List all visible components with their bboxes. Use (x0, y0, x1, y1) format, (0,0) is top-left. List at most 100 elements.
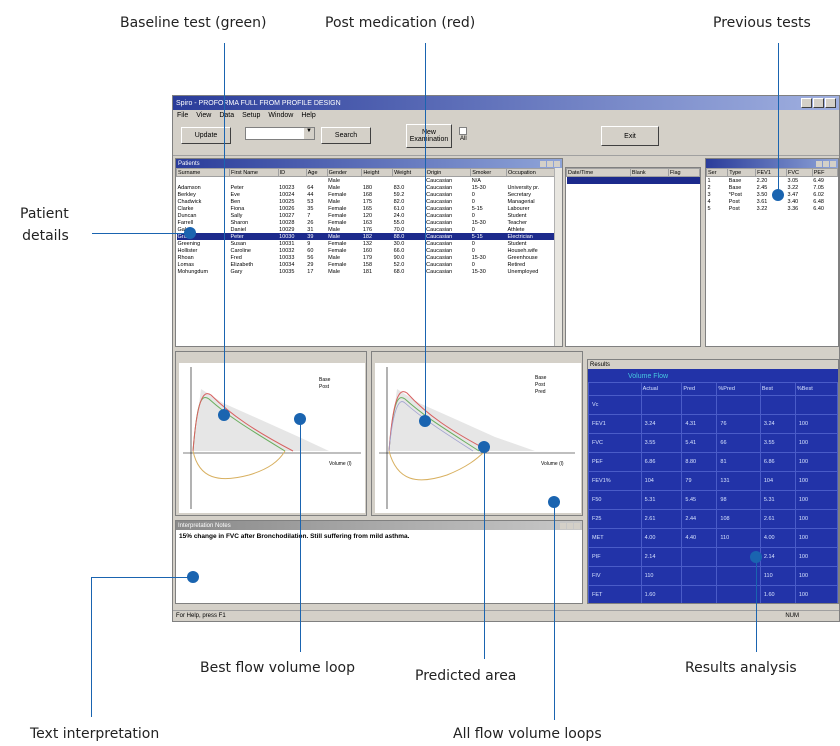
patients-row[interactable]: Mohungdum Gary 10035 17 Male 181 68.0 Caucasian… (177, 268, 562, 275)
patients-cell: Adamson (177, 184, 201, 191)
prev-tests-row[interactable]: 5 Post 3.22 3.36 6.40 (707, 205, 838, 212)
patients-scrollbar[interactable] (554, 168, 562, 346)
close-button[interactable] (825, 98, 836, 108)
results-row[interactable]: FVC 3.55 5.41 66 3.55 100 (588, 433, 838, 453)
prev-tests-row[interactable]: 4 Post 3.61 3.40 6.48 (707, 198, 838, 205)
maximize-button[interactable] (813, 98, 824, 108)
test-list-column-header[interactable]: Flag (667, 168, 700, 177)
prev-tests-column-header[interactable]: FVC (786, 168, 813, 177)
results-row[interactable]: FET 1.60 1.60 100 (588, 585, 838, 603)
results-title: Results (590, 361, 611, 368)
test-list-panel: Date/Time Blank Flag (565, 167, 701, 347)
menu-item-setup[interactable]: Setup (242, 112, 260, 119)
patients-row[interactable]: Berkley Eve 10024 44 Female 168 59.2 Caucasian 0… (177, 191, 562, 198)
patients-cell: 176 (362, 226, 373, 233)
patients-row[interactable]: Gale Daniel 10029 31 Male 176 70.0 Caucasian 0 At… (177, 226, 562, 233)
menu-item-file[interactable]: File (177, 112, 188, 119)
prev-tests-column-header[interactable]: FEV1 (755, 168, 787, 177)
patients-column-header[interactable]: Weight (392, 168, 426, 177)
results-column-header[interactable]: Best (759, 382, 796, 396)
patients-cell: 0 (471, 240, 475, 247)
patients-cell: 5-15 (470, 233, 507, 240)
patients-column-header[interactable]: Height (361, 168, 394, 177)
results-cell: 4.40 (681, 528, 718, 548)
prev-tests-row[interactable]: 1 Base 2.20 3.05 6.49 (707, 177, 838, 185)
results-row[interactable]: Vc (588, 395, 838, 415)
results-row[interactable]: F50 5.31 5.45 98 5.31 100 (588, 490, 838, 510)
menu-item-help[interactable]: Help (301, 112, 315, 119)
results-cell: PEF (588, 452, 642, 472)
results-cell: 108 (716, 509, 761, 529)
patients-cell: 132 (362, 240, 373, 247)
new-examination-button[interactable]: New Examination (406, 124, 452, 148)
patients-cell: 83.0 (393, 184, 405, 191)
minimize-button[interactable] (801, 98, 812, 108)
results-column-header[interactable]: %Best (794, 382, 838, 396)
patients-column-header[interactable]: Gender (326, 168, 363, 177)
patients-column-header[interactable]: Surname (176, 168, 230, 177)
results-row[interactable]: FIV 110 110 100 (588, 566, 838, 586)
patients-row[interactable]: Rhoan Fred 10033 56 Male 179 90.0 Caucasian 15-3… (177, 254, 562, 261)
patients-row[interactable]: Adamson Peter 10023 64 Male 180 83.0 Caucasian 1… (177, 184, 562, 191)
patients-row[interactable]: Male Caucasian N/A (177, 177, 562, 185)
patients-row[interactable]: Lomas Elizabeth 10034 29 Female 158 52.0 Caucas… (177, 261, 562, 268)
prev-tests-column-header[interactable]: PEF (811, 168, 838, 177)
menu-item-window[interactable]: Window (268, 112, 293, 119)
patients-cell: Caucasian (426, 261, 453, 268)
patients-cell: Male (328, 226, 340, 233)
results-cell (794, 395, 838, 415)
callout-previous-tests: Previous tests (713, 15, 811, 31)
prev-tests-row[interactable]: 2 Base 2.45 3.22 7.05 (707, 184, 838, 191)
results-cell: 100 (794, 452, 838, 472)
prev-tests-cell: 3.40 (787, 198, 799, 205)
patients-row[interactable]: Duncan Sally 10027 7 Female 120 24.0 Caucasian 0… (177, 212, 562, 219)
interpretation-text[interactable]: 15% change in FVC after Bronchodilation.… (176, 530, 582, 543)
patients-column-header[interactable]: Origin (424, 168, 472, 177)
results-cell: 100 (794, 471, 838, 491)
results-row[interactable]: F25 2.61 2.44 108 2.61 100 (588, 509, 838, 529)
patients-row[interactable]: Hollister Caroline 10032 60 Female 160 66.0 Cau… (177, 247, 562, 254)
test-list-column-header[interactable]: Blank (629, 168, 669, 177)
test-list-row[interactable] (566, 176, 700, 184)
patients-cell: Male (328, 177, 340, 184)
patients-column-header[interactable]: ID (277, 168, 307, 177)
results-cell (681, 585, 718, 603)
results-row[interactable]: PEF 6.86 8.80 81 6.86 100 (588, 452, 838, 472)
leader-predicted (484, 447, 485, 659)
toolbar: Update ▼ Search New Examination All Exit (173, 121, 839, 156)
results-column-header[interactable] (588, 382, 642, 396)
patients-cell: Farrell (177, 219, 194, 226)
patients-row[interactable]: Greening Susan 10031 9 Female 132 30.0 Caucasia… (177, 240, 562, 247)
results-row[interactable]: FEV1 3.24 4.31 76 3.24 100 (588, 414, 838, 434)
patients-column-header[interactable]: Age (305, 168, 328, 177)
test-list-column-header[interactable]: Date/Time (566, 168, 631, 177)
results-column-header[interactable]: Actual (640, 382, 683, 396)
menu-item-view[interactable]: View (196, 112, 211, 119)
patients-cell: 10025 (279, 198, 295, 205)
patients-row[interactable]: GrantPeter1003039Male18288.0Caucasian5-1… (176, 233, 562, 240)
patients-cell: Hollister (177, 247, 198, 254)
filter-combo[interactable]: ▼ (245, 127, 315, 140)
patients-row[interactable]: Clarke Fiona 10026 35 Female 165 61.0 Caucasian… (177, 205, 562, 212)
results-row[interactable]: FEV1% 104 79 131 104 100 (588, 471, 838, 491)
menu-item-data[interactable]: Data (219, 112, 234, 119)
results-row[interactable]: PIF 2.14 2.14 100 (588, 547, 838, 567)
results-cell: F50 (588, 490, 642, 510)
results-cell: 2.61 (759, 509, 796, 529)
search-button[interactable]: Search (321, 127, 371, 144)
patients-cell: 165 (362, 205, 373, 212)
patients-row[interactable]: Farrell Sharon 10028 26 Female 163 55.0 Caucasi… (177, 219, 562, 226)
patients-column-header[interactable]: First Name (229, 168, 279, 177)
all-checkbox[interactable] (459, 127, 467, 135)
results-column-header[interactable]: Pred (681, 382, 718, 396)
patients-cell: 68.0 (393, 268, 405, 275)
patients-column-header[interactable]: Smoker (470, 168, 507, 177)
patients-cell: 0 (471, 261, 475, 268)
exit-button[interactable]: Exit (601, 126, 659, 146)
all-flow-volume-chart: Base Post Pred Volume (l) (375, 363, 581, 513)
patients-row[interactable]: Chadwick Ben 10025 53 Male 175 82.0 Caucasian 0 M… (177, 198, 562, 205)
results-row[interactable]: MET 4.00 4.40 110 4.00 100 (588, 528, 838, 548)
prev-tests-column-header[interactable]: Ser (706, 168, 729, 177)
prev-tests-column-header[interactable]: Type (727, 168, 757, 177)
results-column-header[interactable]: %Pred (716, 382, 761, 396)
